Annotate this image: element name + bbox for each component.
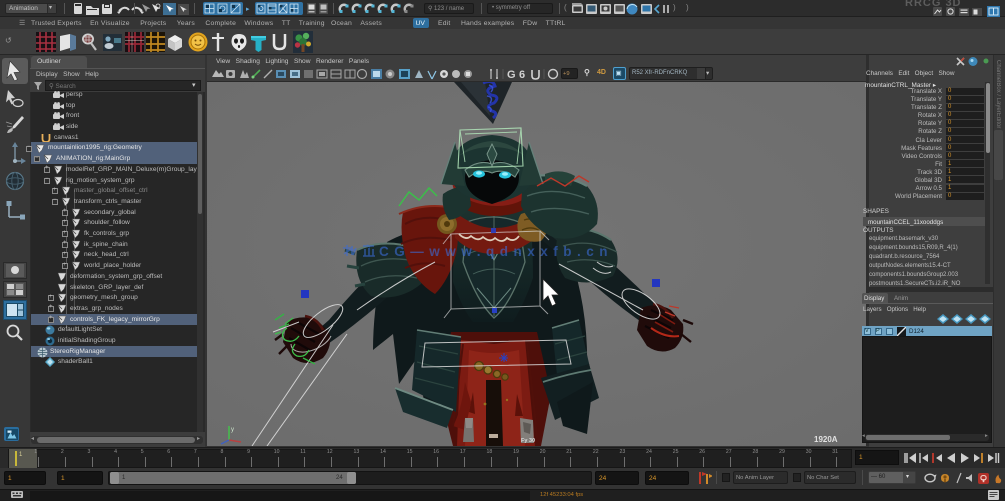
- svg-text:y: y: [231, 427, 234, 433]
- svg-text:Fy 30: Fy 30: [521, 438, 535, 444]
- svg-text:CG—www.qdnxxfb.cn: CG—www.qdnxxfb.cn: [379, 244, 613, 259]
- svg-text:6: 6: [519, 69, 525, 81]
- svg-text:1920A: 1920A: [814, 435, 838, 444]
- svg-text:G: G: [507, 69, 516, 81]
